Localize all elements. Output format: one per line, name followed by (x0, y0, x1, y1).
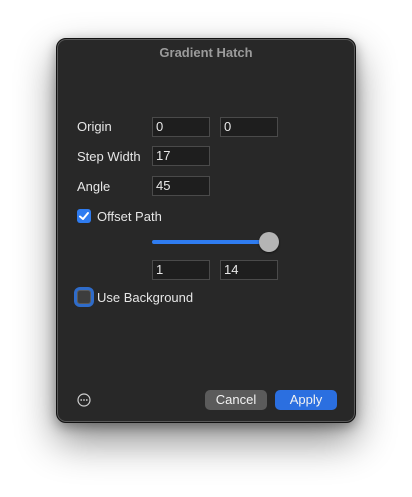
gradient-hatch-dialog: Gradient Hatch Origin 0 0 Step Width 17 … (56, 38, 356, 423)
offset-start-field[interactable]: 1 (152, 260, 210, 280)
offset-path-slider-track[interactable] (152, 240, 267, 244)
use-background-label: Use Background (97, 290, 194, 305)
angle-label: Angle (77, 179, 111, 194)
ellipsis-circle-icon[interactable] (77, 393, 91, 407)
dialog-title: Gradient Hatch (159, 45, 253, 60)
offset-end-field[interactable]: 14 (220, 260, 278, 280)
checkmark-icon (79, 212, 89, 220)
use-background-checkbox[interactable] (77, 290, 91, 304)
offset-path-label: Offset Path (97, 209, 162, 224)
origin-y-field[interactable]: 0 (220, 117, 278, 137)
step-width-field[interactable]: 17 (152, 146, 210, 166)
apply-button[interactable]: Apply (275, 390, 337, 410)
offset-path-checkbox[interactable] (77, 209, 91, 223)
origin-x-field[interactable]: 0 (152, 117, 210, 137)
step-width-label: Step Width (77, 149, 141, 164)
angle-field[interactable]: 45 (152, 176, 210, 196)
cancel-button[interactable]: Cancel (205, 390, 267, 410)
offset-path-slider-thumb[interactable] (259, 232, 279, 252)
origin-label: Origin (77, 119, 112, 134)
